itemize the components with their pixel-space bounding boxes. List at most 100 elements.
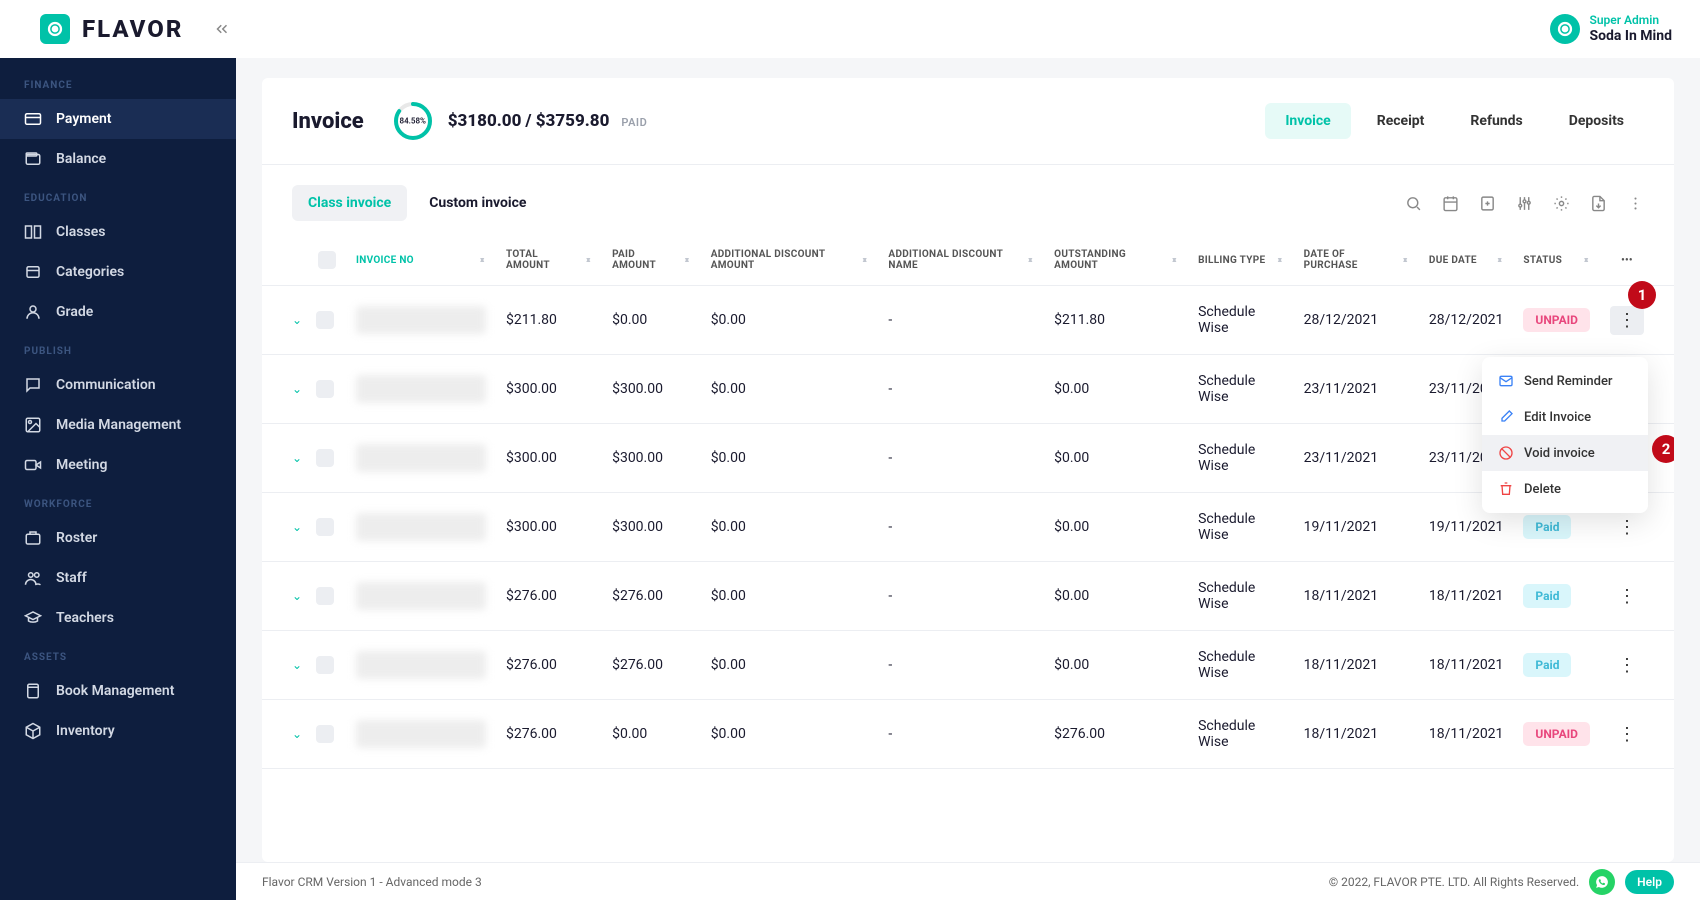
- column-header[interactable]: DUE DATE▲▼: [1419, 235, 1514, 286]
- column-header[interactable]: STATUS▲▼: [1513, 235, 1600, 286]
- status-badge: Paid: [1523, 515, 1571, 539]
- dropdown-item-void-invoice[interactable]: Void invoice: [1482, 435, 1648, 471]
- more-icon[interactable]: [1627, 195, 1644, 212]
- column-header[interactable]: DATE OF PURCHASE▲▼: [1294, 235, 1419, 286]
- row-checkbox[interactable]: [316, 656, 334, 674]
- sliders-icon[interactable]: [1516, 195, 1533, 212]
- table-row: ⌄ $211.80 $0.00 $0.00 - $211.80 Schedule…: [262, 286, 1674, 355]
- sidebar-item-staff[interactable]: Staff: [0, 558, 236, 598]
- dropdown-item-delete[interactable]: Delete: [1482, 471, 1648, 507]
- sidebar-item-grade[interactable]: Grade: [0, 292, 236, 332]
- progress-ring: 84.58%: [392, 100, 434, 142]
- row-more-button[interactable]: ⋮: [1618, 517, 1636, 538]
- subtab-class-invoice[interactable]: Class invoice: [292, 185, 407, 221]
- export-icon[interactable]: [1590, 195, 1607, 212]
- date-of-purchase-cell: 28/12/2021: [1294, 286, 1419, 355]
- columns-config-icon[interactable]: •••: [1621, 255, 1633, 266]
- column-header: [262, 235, 346, 286]
- due-date-cell: 28/12/2021: [1419, 286, 1514, 355]
- box-icon: [24, 722, 42, 740]
- sidebar-item-media-management[interactable]: Media Management: [0, 405, 236, 445]
- tab-receipt[interactable]: Receipt: [1357, 103, 1445, 139]
- column-header[interactable]: TOTAL AMOUNT▲▼: [496, 235, 602, 286]
- footer-version: Flavor CRM Version 1 - Advanced mode 3: [262, 875, 482, 889]
- expand-row-icon[interactable]: ⌄: [292, 313, 302, 327]
- sidebar-item-communication[interactable]: Communication: [0, 365, 236, 405]
- users-icon: [24, 569, 42, 587]
- sidebar-item-label: Staff: [56, 570, 87, 586]
- billing-type-cell: Schedule Wise: [1188, 493, 1294, 562]
- expand-row-icon[interactable]: ⌄: [292, 658, 302, 672]
- expand-row-icon[interactable]: ⌄: [292, 520, 302, 534]
- row-more-button[interactable]: ⋮: [1610, 306, 1644, 335]
- due-date-cell: 18/11/2021: [1419, 562, 1514, 631]
- book-icon: [24, 682, 42, 700]
- row-checkbox[interactable]: [316, 449, 334, 467]
- row-checkbox[interactable]: [316, 380, 334, 398]
- row-more-button[interactable]: ⋮: [1618, 586, 1636, 607]
- expand-row-icon[interactable]: ⌄: [292, 727, 302, 741]
- status-badge: Paid: [1523, 584, 1571, 608]
- sidebar-collapse-button[interactable]: [213, 20, 231, 38]
- profile-name: Soda In Mind: [1590, 28, 1673, 45]
- sidebar-item-classes[interactable]: Classes: [0, 212, 236, 252]
- row-checkbox[interactable]: [316, 587, 334, 605]
- dropdown-item-edit-invoice[interactable]: Edit Invoice: [1482, 399, 1648, 435]
- subtab-custom-invoice[interactable]: Custom invoice: [413, 185, 542, 221]
- row-checkbox[interactable]: [316, 311, 334, 329]
- discount-name-cell: -: [878, 493, 1044, 562]
- sidebar-item-meeting[interactable]: Meeting: [0, 445, 236, 485]
- search-icon[interactable]: [1405, 195, 1422, 212]
- tab-deposits[interactable]: Deposits: [1549, 103, 1644, 139]
- whatsapp-button[interactable]: [1589, 869, 1615, 895]
- row-checkbox[interactable]: [316, 725, 334, 743]
- paid-amount-cell: $0.00: [602, 700, 701, 769]
- add-doc-icon[interactable]: [1479, 195, 1496, 212]
- invoice-no-redacted: [356, 582, 486, 610]
- annotation-1: 1: [1628, 281, 1656, 309]
- expand-row-icon[interactable]: ⌄: [292, 451, 302, 465]
- edit-icon: [1498, 409, 1514, 425]
- row-checkbox[interactable]: [316, 518, 334, 536]
- row-more-button[interactable]: ⋮: [1618, 724, 1636, 745]
- calendar-icon[interactable]: [1442, 195, 1459, 212]
- mail-icon: [1498, 373, 1514, 389]
- table-row: ⌄ $300.00 $300.00 $0.00 - $0.00 Schedule…: [262, 424, 1674, 493]
- sidebar-item-roster[interactable]: Roster: [0, 518, 236, 558]
- paid-amount-cell: $300.00: [602, 493, 701, 562]
- select-all-checkbox[interactable]: [318, 251, 336, 269]
- progress-percent: 84.58%: [400, 117, 426, 126]
- invoice-no-redacted: [356, 375, 486, 403]
- settings-icon[interactable]: [1553, 195, 1570, 212]
- column-header[interactable]: OUTSTANDING AMOUNT▲▼: [1044, 235, 1188, 286]
- sidebar-item-inventory[interactable]: Inventory: [0, 711, 236, 751]
- invoice-no-redacted: [356, 444, 486, 472]
- column-header[interactable]: INVOICE NO▲▼: [346, 235, 496, 286]
- discount-name-cell: -: [878, 562, 1044, 631]
- dropdown-item-send-reminder[interactable]: Send Reminder: [1482, 363, 1648, 399]
- row-more-button[interactable]: ⋮: [1618, 655, 1636, 676]
- column-header[interactable]: ADDITIONAL DISCOUNT NAME▲▼: [878, 235, 1044, 286]
- row-actions-dropdown: Send ReminderEdit InvoiceVoid invoiceDel…: [1482, 357, 1648, 513]
- expand-row-icon[interactable]: ⌄: [292, 589, 302, 603]
- graduation-icon: [24, 609, 42, 627]
- table-row: ⌄ $276.00 $276.00 $0.00 - $0.00 Schedule…: [262, 562, 1674, 631]
- column-header[interactable]: ADDITIONAL DISCOUNT AMOUNT▲▼: [701, 235, 879, 286]
- invoice-table: INVOICE NO▲▼TOTAL AMOUNT▲▼PAID AMOUNT▲▼A…: [262, 235, 1674, 769]
- sidebar-item-payment[interactable]: Payment: [0, 99, 236, 139]
- sidebar-item-categories[interactable]: Categories: [0, 252, 236, 292]
- paid-tag: PAID: [621, 116, 647, 129]
- help-button[interactable]: Help: [1625, 870, 1674, 894]
- sidebar-item-book-management[interactable]: Book Management: [0, 671, 236, 711]
- tab-refunds[interactable]: Refunds: [1450, 103, 1542, 139]
- sidebar-item-balance[interactable]: Balance: [0, 139, 236, 179]
- outstanding-cell: $211.80: [1044, 286, 1188, 355]
- paid-amount-cell: $300.00: [602, 355, 701, 424]
- tab-invoice[interactable]: Invoice: [1265, 103, 1350, 139]
- profile[interactable]: Super Admin Soda In Mind: [1550, 13, 1673, 44]
- sidebar-item-label: Balance: [56, 151, 106, 167]
- column-header[interactable]: PAID AMOUNT▲▼: [602, 235, 701, 286]
- column-header[interactable]: BILLING TYPE▲▼: [1188, 235, 1294, 286]
- expand-row-icon[interactable]: ⌄: [292, 382, 302, 396]
- sidebar-item-teachers[interactable]: Teachers: [0, 598, 236, 638]
